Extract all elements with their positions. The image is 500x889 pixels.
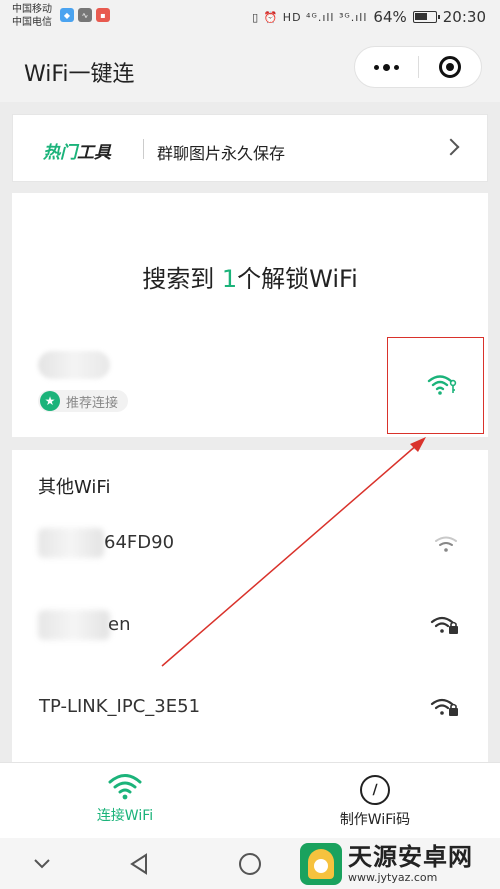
home-circle-icon [239,853,261,875]
nav-collapse-button[interactable] [22,850,62,878]
watermark-logo-icon [300,842,342,885]
tab-connect-label: 连接WiFi [96,808,154,824]
tab-make-wifi-code[interactable]: ∕ 制作WiFi码 [295,771,455,829]
wifi-tab-icon [108,774,142,800]
site-watermark: 天源安卓网 www.jytyaz.com [300,838,500,889]
tab-make-label: 制作WiFi码 [339,812,411,828]
watermark-name: 天源安卓网 [348,843,473,871]
make-code-icon: ∕ [360,775,390,805]
chevron-down-icon [34,859,50,869]
back-triangle-icon [130,853,147,875]
tab-connect-wifi[interactable]: 连接WiFi [45,771,205,825]
nav-back-button[interactable] [119,850,159,878]
watermark-url: www.jytyaz.com [348,871,438,884]
nav-home-button[interactable] [230,850,270,878]
annotation-arrow [161,437,426,667]
bottom-tab-bar: 连接WiFi ∕ 制作WiFi码 [0,762,500,838]
